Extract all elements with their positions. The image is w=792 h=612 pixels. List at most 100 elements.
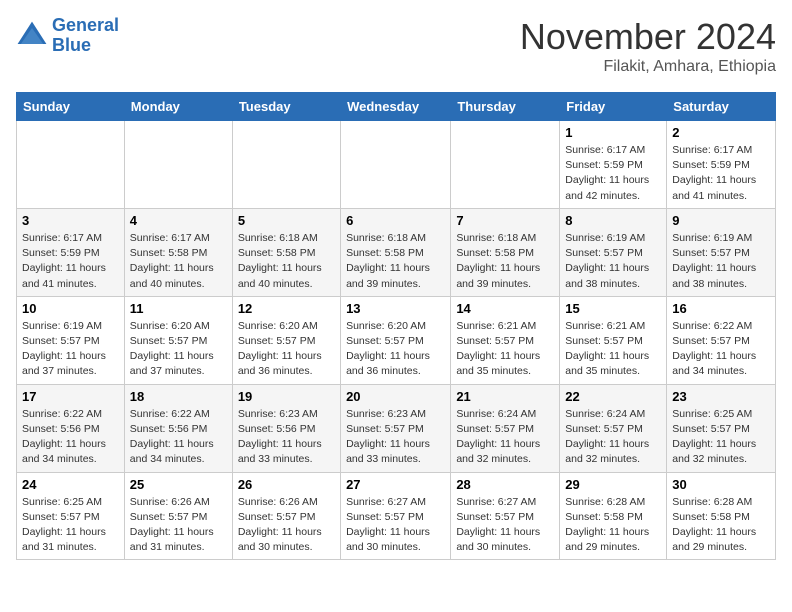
page-header: General Blue November 2024 Filakit, Amha… <box>16 16 776 76</box>
day-info: Sunrise: 6:27 AMSunset: 5:57 PMDaylight:… <box>456 495 554 556</box>
calendar-cell: 13 Sunrise: 6:20 AMSunset: 5:57 PMDayligh… <box>341 296 451 384</box>
calendar-cell: 22 Sunrise: 6:24 AMSunset: 5:57 PMDayligh… <box>560 384 667 472</box>
calendar-cell: 23 Sunrise: 6:25 AMSunset: 5:57 PMDayligh… <box>667 384 776 472</box>
day-info: Sunrise: 6:23 AMSunset: 5:56 PMDaylight:… <box>238 407 335 468</box>
day-number: 7 <box>456 213 554 228</box>
calendar-cell <box>124 121 232 209</box>
calendar-cell: 20 Sunrise: 6:23 AMSunset: 5:57 PMDayligh… <box>341 384 451 472</box>
day-number: 13 <box>346 301 445 316</box>
calendar-cell: 11Sunrise: 6:20 AMSunset: 5:57 PMDayligh… <box>124 296 232 384</box>
day-number: 16 <box>672 301 770 316</box>
location: Filakit, Amhara, Ethiopia <box>520 58 776 76</box>
day-info: Sunrise: 6:22 AMSunset: 5:56 PMDaylight:… <box>22 407 119 468</box>
calendar-cell: 8Sunrise: 6:19 AMSunset: 5:57 PMDaylight… <box>560 208 667 296</box>
calendar-body: 1 Sunrise: 6:17 AMSunset: 5:59 PMDaylight… <box>17 121 776 560</box>
day-number: 24 <box>22 477 119 492</box>
weekday-header: Tuesday <box>232 93 340 121</box>
day-info: Sunrise: 6:28 AMSunset: 5:58 PMDaylight:… <box>565 495 661 556</box>
day-info: Sunrise: 6:23 AMSunset: 5:57 PMDaylight:… <box>346 407 445 468</box>
day-number: 29 <box>565 477 661 492</box>
day-number: 19 <box>238 389 335 404</box>
day-number: 20 <box>346 389 445 404</box>
weekday-header: Monday <box>124 93 232 121</box>
day-number: 9 <box>672 213 770 228</box>
day-info: Sunrise: 6:22 AMSunset: 5:56 PMDaylight:… <box>130 407 227 468</box>
weekday-header: Saturday <box>667 93 776 121</box>
calendar-cell: 6Sunrise: 6:18 AMSunset: 5:58 PMDaylight… <box>341 208 451 296</box>
day-info: Sunrise: 6:20 AMSunset: 5:57 PMDaylight:… <box>238 319 335 380</box>
day-number: 25 <box>130 477 227 492</box>
day-number: 18 <box>130 389 227 404</box>
day-number: 26 <box>238 477 335 492</box>
day-info: Sunrise: 6:19 AMSunset: 5:57 PMDaylight:… <box>672 231 770 292</box>
calendar-cell: 2 Sunrise: 6:17 AMSunset: 5:59 PMDaylight… <box>667 121 776 209</box>
calendar-cell: 15 Sunrise: 6:21 AMSunset: 5:57 PMDayligh… <box>560 296 667 384</box>
day-info: Sunrise: 6:17 AMSunset: 5:59 PMDaylight:… <box>565 143 661 204</box>
day-number: 28 <box>456 477 554 492</box>
calendar-cell: 12 Sunrise: 6:20 AMSunset: 5:57 PMDayligh… <box>232 296 340 384</box>
calendar-cell: 7 Sunrise: 6:18 AMSunset: 5:58 PMDaylight… <box>451 208 560 296</box>
day-info: Sunrise: 6:18 AMSunset: 5:58 PMDaylight:… <box>456 231 554 292</box>
day-number: 15 <box>565 301 661 316</box>
logo-icon <box>16 20 48 52</box>
day-info: Sunrise: 6:18 AMSunset: 5:58 PMDaylight:… <box>346 231 445 292</box>
day-number: 5 <box>238 213 335 228</box>
calendar-week-row: 17 Sunrise: 6:22 AMSunset: 5:56 PMDayligh… <box>17 384 776 472</box>
calendar-week-row: 10Sunrise: 6:19 AMSunset: 5:57 PMDayligh… <box>17 296 776 384</box>
calendar-cell: 16 Sunrise: 6:22 AMSunset: 5:57 PMDayligh… <box>667 296 776 384</box>
calendar-cell: 19 Sunrise: 6:23 AMSunset: 5:56 PMDayligh… <box>232 384 340 472</box>
month-title: November 2024 <box>520 16 776 58</box>
day-number: 10 <box>22 301 119 316</box>
calendar-cell: 9 Sunrise: 6:19 AMSunset: 5:57 PMDaylight… <box>667 208 776 296</box>
calendar-cell <box>341 121 451 209</box>
calendar-cell: 18 Sunrise: 6:22 AMSunset: 5:56 PMDayligh… <box>124 384 232 472</box>
calendar-cell: 27 Sunrise: 6:27 AMSunset: 5:57 PMDayligh… <box>341 472 451 560</box>
logo-text: General Blue <box>52 16 119 56</box>
weekday-header: Friday <box>560 93 667 121</box>
day-info: Sunrise: 6:25 AMSunset: 5:57 PMDaylight:… <box>22 495 119 556</box>
calendar-cell: 17 Sunrise: 6:22 AMSunset: 5:56 PMDayligh… <box>17 384 125 472</box>
day-number: 3 <box>22 213 119 228</box>
day-info: Sunrise: 6:26 AMSunset: 5:57 PMDaylight:… <box>238 495 335 556</box>
day-info: Sunrise: 6:19 AMSunset: 5:57 PMDaylight:… <box>565 231 661 292</box>
day-number: 22 <box>565 389 661 404</box>
calendar-cell: 29 Sunrise: 6:28 AMSunset: 5:58 PMDayligh… <box>560 472 667 560</box>
day-info: Sunrise: 6:25 AMSunset: 5:57 PMDaylight:… <box>672 407 770 468</box>
day-info: Sunrise: 6:17 AMSunset: 5:59 PMDaylight:… <box>22 231 119 292</box>
calendar-cell: 21Sunrise: 6:24 AMSunset: 5:57 PMDayligh… <box>451 384 560 472</box>
day-info: Sunrise: 6:24 AMSunset: 5:57 PMDaylight:… <box>456 407 554 468</box>
day-info: Sunrise: 6:21 AMSunset: 5:57 PMDaylight:… <box>456 319 554 380</box>
day-number: 23 <box>672 389 770 404</box>
day-info: Sunrise: 6:24 AMSunset: 5:57 PMDaylight:… <box>565 407 661 468</box>
calendar-header-row: SundayMondayTuesdayWednesdayThursdayFrid… <box>17 93 776 121</box>
title-block: November 2024 Filakit, Amhara, Ethiopia <box>520 16 776 76</box>
calendar-cell: 1 Sunrise: 6:17 AMSunset: 5:59 PMDaylight… <box>560 121 667 209</box>
calendar-cell <box>232 121 340 209</box>
calendar-cell: 3 Sunrise: 6:17 AMSunset: 5:59 PMDaylight… <box>17 208 125 296</box>
calendar-table: SundayMondayTuesdayWednesdayThursdayFrid… <box>16 92 776 560</box>
day-info: Sunrise: 6:18 AMSunset: 5:58 PMDaylight:… <box>238 231 335 292</box>
calendar-cell: 10Sunrise: 6:19 AMSunset: 5:57 PMDayligh… <box>17 296 125 384</box>
day-info: Sunrise: 6:20 AMSunset: 5:57 PMDaylight:… <box>130 319 227 380</box>
day-info: Sunrise: 6:22 AMSunset: 5:57 PMDaylight:… <box>672 319 770 380</box>
day-number: 14 <box>456 301 554 316</box>
calendar-cell: 5 Sunrise: 6:18 AMSunset: 5:58 PMDaylight… <box>232 208 340 296</box>
calendar-cell: 30Sunrise: 6:28 AMSunset: 5:58 PMDayligh… <box>667 472 776 560</box>
calendar-week-row: 3 Sunrise: 6:17 AMSunset: 5:59 PMDaylight… <box>17 208 776 296</box>
day-info: Sunrise: 6:17 AMSunset: 5:59 PMDaylight:… <box>672 143 770 204</box>
day-number: 27 <box>346 477 445 492</box>
day-info: Sunrise: 6:21 AMSunset: 5:57 PMDaylight:… <box>565 319 661 380</box>
day-info: Sunrise: 6:20 AMSunset: 5:57 PMDaylight:… <box>346 319 445 380</box>
calendar-week-row: 24 Sunrise: 6:25 AMSunset: 5:57 PMDayligh… <box>17 472 776 560</box>
calendar-cell: 4Sunrise: 6:17 AMSunset: 5:58 PMDaylight… <box>124 208 232 296</box>
day-number: 12 <box>238 301 335 316</box>
day-number: 1 <box>565 125 661 140</box>
day-number: 2 <box>672 125 770 140</box>
calendar-cell: 14 Sunrise: 6:21 AMSunset: 5:57 PMDayligh… <box>451 296 560 384</box>
day-number: 17 <box>22 389 119 404</box>
weekday-header: Thursday <box>451 93 560 121</box>
day-info: Sunrise: 6:27 AMSunset: 5:57 PMDaylight:… <box>346 495 445 556</box>
weekday-header: Wednesday <box>341 93 451 121</box>
calendar-cell: 25Sunrise: 6:26 AMSunset: 5:57 PMDayligh… <box>124 472 232 560</box>
calendar-cell: 28 Sunrise: 6:27 AMSunset: 5:57 PMDayligh… <box>451 472 560 560</box>
